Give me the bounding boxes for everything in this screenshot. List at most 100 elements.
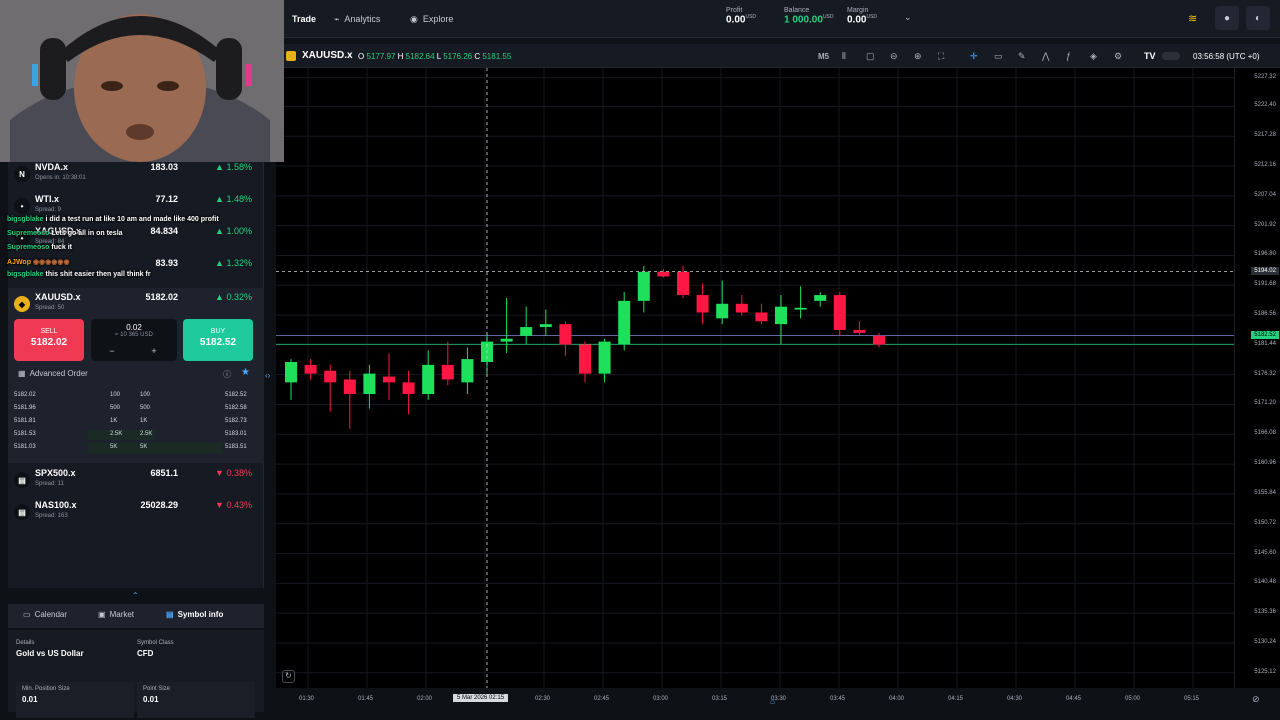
- time-tick-label: 04:00: [889, 696, 905, 702]
- order-book-bq: 1K: [110, 418, 118, 424]
- candle-body: [794, 307, 807, 310]
- tab-market[interactable]: ▣ Market: [98, 610, 134, 619]
- candle-body: [853, 329, 866, 333]
- candle-body: [637, 271, 650, 301]
- fullscreen-icon[interactable]: ⛶: [938, 51, 944, 62]
- candle-body: [520, 327, 533, 336]
- order-book-row[interactable]: 5182.02 100 100 5182.52: [14, 390, 254, 402]
- candle-body: [559, 324, 572, 345]
- grid-icon: ▦: [18, 369, 26, 378]
- time-tick-label: 02:00: [417, 696, 433, 702]
- price-tick-label: 5145.60: [1254, 549, 1276, 556]
- decrease-qty-button[interactable]: −: [99, 346, 125, 358]
- price-tick-label: 5186.56: [1254, 311, 1276, 318]
- price-tick-label: 5160.96: [1254, 460, 1276, 467]
- scroll-handle-icon[interactable]: ⌂: [770, 697, 775, 706]
- candle-body: [402, 382, 415, 395]
- tab-calendar[interactable]: ▭ Calendar: [23, 610, 67, 619]
- order-book-row[interactable]: 5181.03 5K 5K 5183.51: [14, 442, 254, 454]
- watchlist-row-nvda[interactable]: N NVDA.x Opens in: 10:38:01 183.03 ▲ 1.5…: [8, 158, 264, 190]
- us-flag-icon: ▤: [14, 472, 30, 488]
- gold-icon: ◆: [14, 296, 30, 312]
- user-icon[interactable]: ◐: [1246, 6, 1270, 30]
- timeframe-selector[interactable]: M5: [818, 52, 829, 61]
- zoom-out-icon[interactable]: ⊖: [890, 51, 898, 62]
- tradingview-logo-icon: TV: [1144, 51, 1156, 61]
- candle-body: [441, 364, 454, 380]
- settings-gear-icon[interactable]: ⚙: [1114, 51, 1122, 62]
- pattern-icon[interactable]: ⋀: [1042, 51, 1049, 62]
- candles-icon[interactable]: ⫴: [842, 51, 846, 62]
- chart-symbol[interactable]: XAUUSD.x: [302, 50, 353, 61]
- detail-symbol-class: Symbol Class CFD: [137, 640, 174, 658]
- symbol-info-icon: ▤: [166, 610, 174, 619]
- bell-icon[interactable]: ●: [1215, 6, 1239, 30]
- candle-body: [677, 271, 689, 296]
- candle-body: [657, 271, 670, 277]
- chevron-down-icon[interactable]: ⌄: [904, 12, 912, 23]
- nav-explore[interactable]: ◉ Explore: [402, 8, 461, 30]
- increase-qty-button[interactable]: +: [141, 346, 167, 358]
- chart-header: XAUUSD.x O 5177.97 H 5182.64 L 5176.26 C…: [284, 44, 1280, 68]
- order-book-row[interactable]: 5181.81 1K 1K 5182.73: [14, 416, 254, 428]
- square-icon[interactable]: ▢: [866, 51, 875, 62]
- layers-icon[interactable]: ◈: [1090, 51, 1097, 62]
- collapse-panel-icon[interactable]: ‹›: [265, 371, 270, 380]
- nav-analytics[interactable]: ⌁ Analytics: [326, 8, 388, 30]
- price-tick-label: 5191.68: [1254, 281, 1276, 288]
- settings-icon[interactable]: ⊘: [1252, 694, 1260, 705]
- expand-handle-icon[interactable]: ⌃: [132, 591, 139, 600]
- candle-body: [539, 324, 552, 328]
- candle-body: [755, 312, 768, 322]
- price-axis[interactable]: 5227.32 5222.40 5217.28 5212.16 5207.04 5201.…: [1234, 68, 1280, 688]
- price-tick-label: 5130.24: [1254, 638, 1276, 645]
- sell-button[interactable]: SELL 5182.02: [14, 319, 84, 361]
- order-book-ask: 5182.52: [225, 392, 247, 398]
- chat-message: bigsgblake i did a test run at like 10 a…: [7, 216, 219, 223]
- crosshair-icon[interactable]: ✛: [970, 51, 978, 62]
- pencil-icon[interactable]: ✎: [1018, 51, 1026, 62]
- candle-body: [579, 344, 591, 374]
- zoom-in-icon[interactable]: ⊕: [914, 51, 922, 62]
- price-tick-label: 5155.84: [1254, 489, 1276, 496]
- balance-stat: Balance 1 000.00USD: [784, 7, 834, 26]
- time-tick-label: 03:45: [830, 696, 846, 702]
- indicators-icon[interactable]: ƒ: [1066, 51, 1071, 61]
- reset-chart-icon[interactable]: ↻: [282, 670, 295, 683]
- watchlist-row-spx500[interactable]: ▤ SPX500.x Spread: 11 6851.1 ▼ 0.38%: [8, 464, 264, 496]
- price-tick-label: 5212.16: [1254, 162, 1276, 169]
- time-tick-label: 01:45: [358, 696, 374, 702]
- candle-body: [873, 335, 885, 345]
- order-book-bq: 2.5K: [110, 431, 123, 437]
- bottom-tabs: ▭ Calendar ▣ Market ▤ Symbol info: [8, 604, 264, 628]
- chat-message: Supremeoso fuck it: [7, 244, 72, 251]
- order-book-row[interactable]: 5181.53 2.5K 2.5K 5183.01: [14, 429, 254, 441]
- profit-stat: Profit 0.00USD: [726, 7, 757, 26]
- watchlist-row-nas100[interactable]: ▤ NAS100.x Spread: 163 25028.29 ▼ 0.43%: [8, 496, 264, 528]
- info-icon[interactable]: ⓘ: [223, 369, 231, 380]
- order-book-bq: 100: [110, 392, 121, 398]
- buy-button[interactable]: BUY 5182.52: [183, 319, 253, 361]
- star-icon[interactable]: ★: [241, 367, 250, 378]
- candle-body: [696, 295, 709, 313]
- explore-icon: ◉: [410, 13, 418, 24]
- quantity-stepper[interactable]: 0.02 ≈ 10 365 USD − +: [91, 319, 177, 361]
- detail-point-size: Point Size 0.01: [137, 682, 255, 718]
- crosshair-time-label: 5 Mar 2026 02:15: [453, 694, 509, 702]
- ruler-icon[interactable]: ▭: [994, 51, 1003, 62]
- order-book-aq: 2.5K: [140, 431, 153, 437]
- order-book-row[interactable]: 5181.96 500 500 5182.58: [14, 403, 254, 415]
- candle-body: [304, 364, 317, 374]
- candle-body: [716, 303, 729, 319]
- price-tick-label: 5217.28: [1254, 132, 1276, 139]
- candlestick-chart[interactable]: [276, 68, 1234, 688]
- advanced-order-toggle[interactable]: ▦ Advanced Order: [18, 369, 88, 378]
- time-axis[interactable]: 01:3001:4502:0002:1502:3002:4503:0003:15…: [276, 690, 1280, 720]
- order-book-bq: 5K: [110, 444, 118, 450]
- candle-body: [500, 338, 513, 342]
- toggle-switch[interactable]: [1162, 52, 1180, 60]
- detail-details: Details Gold vs US Dollar: [16, 640, 84, 658]
- tab-symbol-info[interactable]: ▤ Symbol info: [158, 604, 231, 625]
- crosshair-price-label: 5194.02: [1251, 266, 1279, 275]
- nav-trade[interactable]: Trade: [284, 8, 324, 30]
